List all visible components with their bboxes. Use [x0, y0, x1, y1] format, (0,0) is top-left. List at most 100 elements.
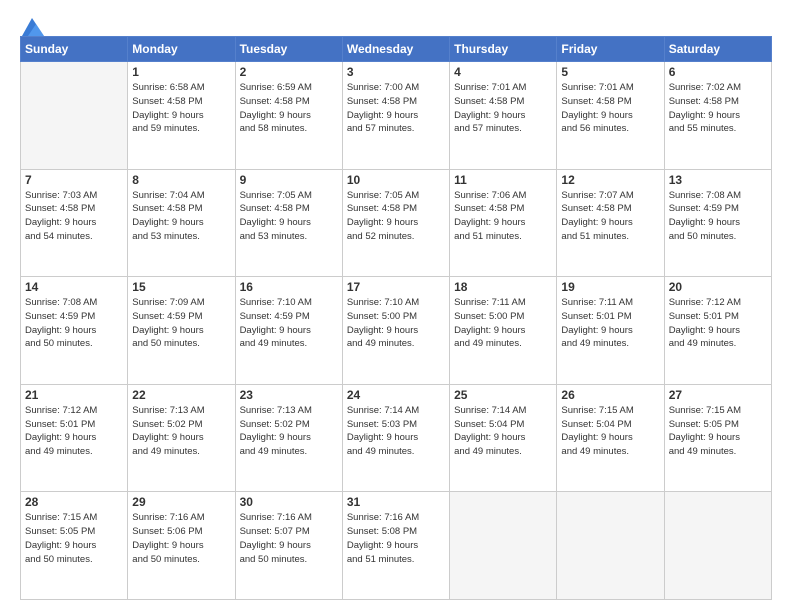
calendar-cell: 8 Sunrise: 7:04 AM Sunset: 4:58 PM Daylig…	[128, 169, 235, 277]
page: SundayMondayTuesdayWednesdayThursdayFrid…	[0, 0, 792, 612]
calendar-cell: 27 Sunrise: 7:15 AM Sunset: 5:05 PM Dayli…	[664, 384, 771, 492]
day-info: Sunrise: 7:12 AM Sunset: 5:01 PM Dayligh…	[669, 296, 767, 351]
calendar-cell: 20 Sunrise: 7:12 AM Sunset: 5:01 PM Dayli…	[664, 277, 771, 385]
day-info: Sunrise: 7:02 AM Sunset: 4:58 PM Dayligh…	[669, 81, 767, 136]
logo	[20, 18, 44, 32]
day-number: 3	[347, 65, 445, 79]
day-header: Saturday	[664, 37, 771, 62]
day-info: Sunrise: 7:14 AM Sunset: 5:03 PM Dayligh…	[347, 404, 445, 459]
day-number: 20	[669, 280, 767, 294]
day-number: 15	[132, 280, 230, 294]
day-info: Sunrise: 7:16 AM Sunset: 5:08 PM Dayligh…	[347, 511, 445, 566]
day-info: Sunrise: 7:01 AM Sunset: 4:58 PM Dayligh…	[454, 81, 552, 136]
calendar-cell: 30Sunrise: 7:16 AM Sunset: 5:07 PM Dayli…	[235, 492, 342, 600]
calendar-cell: 23 Sunrise: 7:13 AM Sunset: 5:02 PM Dayli…	[235, 384, 342, 492]
calendar-cell: 26 Sunrise: 7:15 AM Sunset: 5:04 PM Dayli…	[557, 384, 664, 492]
calendar-header-row: SundayMondayTuesdayWednesdayThursdayFrid…	[21, 37, 772, 62]
day-info: Sunrise: 7:01 AM Sunset: 4:58 PM Dayligh…	[561, 81, 659, 136]
calendar-cell: 31Sunrise: 7:16 AM Sunset: 5:08 PM Dayli…	[342, 492, 449, 600]
day-info: Sunrise: 7:11 AM Sunset: 5:00 PM Dayligh…	[454, 296, 552, 351]
day-number: 16	[240, 280, 338, 294]
day-number: 12	[561, 173, 659, 187]
calendar-cell: 10Sunrise: 7:05 AM Sunset: 4:58 PM Dayli…	[342, 169, 449, 277]
week-row: 7 Sunrise: 7:03 AM Sunset: 4:58 PM Daylig…	[21, 169, 772, 277]
calendar-cell	[21, 62, 128, 170]
day-info: Sunrise: 7:15 AM Sunset: 5:05 PM Dayligh…	[25, 511, 123, 566]
day-number: 29	[132, 495, 230, 509]
day-number: 30	[240, 495, 338, 509]
day-header: Friday	[557, 37, 664, 62]
day-number: 22	[132, 388, 230, 402]
day-number: 28	[25, 495, 123, 509]
day-number: 14	[25, 280, 123, 294]
calendar-cell: 7 Sunrise: 7:03 AM Sunset: 4:58 PM Daylig…	[21, 169, 128, 277]
calendar-cell: 12Sunrise: 7:07 AM Sunset: 4:58 PM Dayli…	[557, 169, 664, 277]
day-number: 21	[25, 388, 123, 402]
calendar-table: SundayMondayTuesdayWednesdayThursdayFrid…	[20, 36, 772, 600]
calendar-cell: 5 Sunrise: 7:01 AM Sunset: 4:58 PM Daylig…	[557, 62, 664, 170]
day-info: Sunrise: 7:00 AM Sunset: 4:58 PM Dayligh…	[347, 81, 445, 136]
day-number: 6	[669, 65, 767, 79]
day-number: 23	[240, 388, 338, 402]
logo-icon	[22, 18, 44, 36]
week-row: 14 Sunrise: 7:08 AM Sunset: 4:59 PM Dayli…	[21, 277, 772, 385]
day-number: 9	[240, 173, 338, 187]
day-header: Thursday	[450, 37, 557, 62]
day-info: Sunrise: 7:16 AM Sunset: 5:06 PM Dayligh…	[132, 511, 230, 566]
day-number: 2	[240, 65, 338, 79]
day-info: Sunrise: 7:12 AM Sunset: 5:01 PM Dayligh…	[25, 404, 123, 459]
day-number: 25	[454, 388, 552, 402]
calendar-cell: 29 Sunrise: 7:16 AM Sunset: 5:06 PM Dayli…	[128, 492, 235, 600]
day-info: Sunrise: 7:06 AM Sunset: 4:58 PM Dayligh…	[454, 189, 552, 244]
day-number: 11	[454, 173, 552, 187]
day-info: Sunrise: 7:10 AM Sunset: 4:59 PM Dayligh…	[240, 296, 338, 351]
calendar-cell: 24 Sunrise: 7:14 AM Sunset: 5:03 PM Dayli…	[342, 384, 449, 492]
day-header: Wednesday	[342, 37, 449, 62]
day-number: 26	[561, 388, 659, 402]
calendar-cell: 21 Sunrise: 7:12 AM Sunset: 5:01 PM Dayli…	[21, 384, 128, 492]
day-info: Sunrise: 7:08 AM Sunset: 4:59 PM Dayligh…	[25, 296, 123, 351]
week-row: 1Sunrise: 6:58 AM Sunset: 4:58 PM Daylig…	[21, 62, 772, 170]
calendar-cell: 16 Sunrise: 7:10 AM Sunset: 4:59 PM Dayli…	[235, 277, 342, 385]
week-row: 28 Sunrise: 7:15 AM Sunset: 5:05 PM Dayli…	[21, 492, 772, 600]
calendar-cell: 2 Sunrise: 6:59 AM Sunset: 4:58 PM Daylig…	[235, 62, 342, 170]
calendar-cell: 25 Sunrise: 7:14 AM Sunset: 5:04 PM Dayli…	[450, 384, 557, 492]
day-number: 1	[132, 65, 230, 79]
day-number: 8	[132, 173, 230, 187]
calendar-cell: 1Sunrise: 6:58 AM Sunset: 4:58 PM Daylig…	[128, 62, 235, 170]
header	[20, 18, 772, 32]
day-header: Tuesday	[235, 37, 342, 62]
calendar-cell: 4Sunrise: 7:01 AM Sunset: 4:58 PM Daylig…	[450, 62, 557, 170]
day-info: Sunrise: 7:14 AM Sunset: 5:04 PM Dayligh…	[454, 404, 552, 459]
day-info: Sunrise: 7:04 AM Sunset: 4:58 PM Dayligh…	[132, 189, 230, 244]
day-number: 7	[25, 173, 123, 187]
day-info: Sunrise: 7:03 AM Sunset: 4:58 PM Dayligh…	[25, 189, 123, 244]
day-info: Sunrise: 7:10 AM Sunset: 5:00 PM Dayligh…	[347, 296, 445, 351]
calendar-cell	[664, 492, 771, 600]
day-info: Sunrise: 7:13 AM Sunset: 5:02 PM Dayligh…	[240, 404, 338, 459]
calendar-cell: 18Sunrise: 7:11 AM Sunset: 5:00 PM Dayli…	[450, 277, 557, 385]
calendar-cell: 14 Sunrise: 7:08 AM Sunset: 4:59 PM Dayli…	[21, 277, 128, 385]
day-info: Sunrise: 6:59 AM Sunset: 4:58 PM Dayligh…	[240, 81, 338, 136]
day-number: 24	[347, 388, 445, 402]
day-info: Sunrise: 7:15 AM Sunset: 5:05 PM Dayligh…	[669, 404, 767, 459]
day-info: Sunrise: 7:11 AM Sunset: 5:01 PM Dayligh…	[561, 296, 659, 351]
day-number: 27	[669, 388, 767, 402]
day-number: 13	[669, 173, 767, 187]
calendar-cell: 28 Sunrise: 7:15 AM Sunset: 5:05 PM Dayli…	[21, 492, 128, 600]
day-number: 5	[561, 65, 659, 79]
day-info: Sunrise: 7:05 AM Sunset: 4:58 PM Dayligh…	[347, 189, 445, 244]
calendar-cell: 3 Sunrise: 7:00 AM Sunset: 4:58 PM Daylig…	[342, 62, 449, 170]
day-number: 19	[561, 280, 659, 294]
day-number: 17	[347, 280, 445, 294]
calendar-cell	[450, 492, 557, 600]
day-info: Sunrise: 7:09 AM Sunset: 4:59 PM Dayligh…	[132, 296, 230, 351]
calendar-cell: 17 Sunrise: 7:10 AM Sunset: 5:00 PM Dayli…	[342, 277, 449, 385]
day-info: Sunrise: 7:08 AM Sunset: 4:59 PM Dayligh…	[669, 189, 767, 244]
day-info: Sunrise: 7:15 AM Sunset: 5:04 PM Dayligh…	[561, 404, 659, 459]
day-header: Sunday	[21, 37, 128, 62]
calendar-cell	[557, 492, 664, 600]
calendar-cell: 13 Sunrise: 7:08 AM Sunset: 4:59 PM Dayli…	[664, 169, 771, 277]
calendar-cell: 15 Sunrise: 7:09 AM Sunset: 4:59 PM Dayli…	[128, 277, 235, 385]
calendar-cell: 9Sunrise: 7:05 AM Sunset: 4:58 PM Daylig…	[235, 169, 342, 277]
